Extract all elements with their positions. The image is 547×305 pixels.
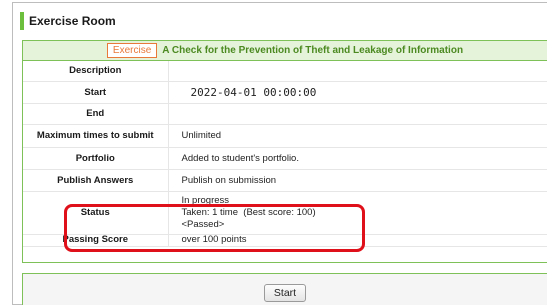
start-value: 2022-04-01 00:00:00	[168, 81, 547, 104]
passing-score-value: over 100 points	[168, 234, 547, 247]
row-status: Status In progress Taken: 1 time (Best s…	[23, 191, 547, 235]
header-accent-bar	[20, 12, 24, 30]
portfolio-label: Portfolio	[23, 147, 169, 170]
start-button[interactable]: Start	[264, 284, 306, 302]
row-end: End	[23, 103, 547, 125]
row-description: Description	[23, 61, 547, 82]
publish-answers-value: Publish on submission	[168, 169, 547, 192]
status-progress: In progress	[181, 194, 230, 206]
action-bar: Start	[22, 273, 547, 305]
exercise-badge: Exercise	[106, 43, 158, 58]
end-value	[168, 103, 547, 125]
row-start: Start 2022-04-01 00:00:00	[23, 81, 547, 104]
exercise-panel: Exercise A Check for the Prevention of T…	[22, 40, 547, 263]
end-label: End	[23, 103, 169, 125]
description-value	[168, 61, 547, 82]
row-portfolio: Portfolio Added to student's portfolio.	[23, 147, 547, 170]
status-label: Status	[23, 191, 169, 235]
passing-score-label: Passing Score	[23, 234, 169, 247]
row-publish-answers: Publish Answers Publish on submission	[23, 169, 547, 192]
start-label: Start	[23, 81, 169, 104]
row-passing-score: Passing Score over 100 points	[23, 234, 547, 247]
exercise-heading: Exercise A Check for the Prevention of T…	[23, 41, 547, 61]
page-title: Exercise Room	[29, 14, 116, 28]
exercise-info-table: Description Start 2022-04-01 00:00:00 En…	[23, 61, 547, 247]
room-header: Exercise Room	[20, 12, 116, 30]
status-taken: Taken: 1 time (Best score: 100)	[181, 206, 316, 218]
max-submit-value: Unlimited	[168, 124, 547, 148]
status-value: In progress Taken: 1 time (Best score: 1…	[168, 191, 547, 235]
status-result: <Passed>	[181, 218, 225, 230]
publish-answers-label: Publish Answers	[23, 169, 169, 192]
portfolio-value: Added to student's portfolio.	[168, 147, 547, 170]
row-max-submit: Maximum times to submit Unlimited	[23, 124, 547, 148]
max-submit-label: Maximum times to submit	[23, 124, 169, 148]
exercise-title: A Check for the Prevention of Theft and …	[162, 45, 464, 56]
exercise-room-frame: Exercise Room Exercise A Check for the P…	[12, 2, 547, 305]
description-label: Description	[23, 61, 169, 82]
